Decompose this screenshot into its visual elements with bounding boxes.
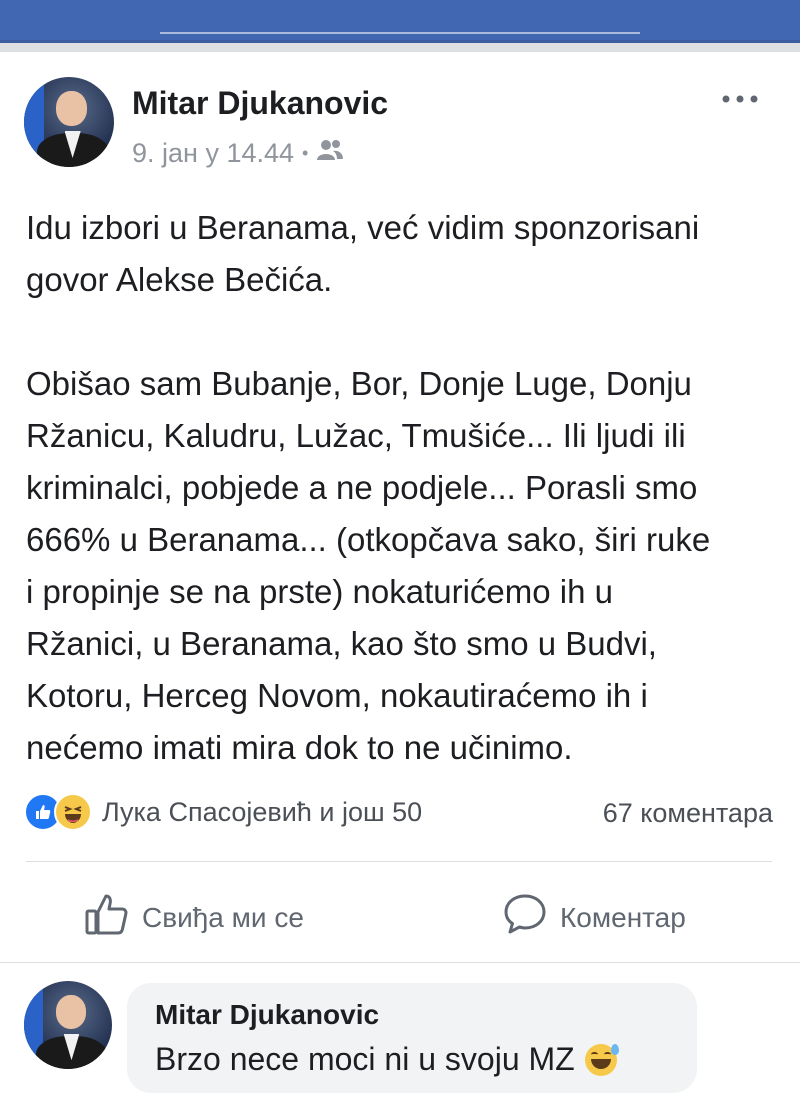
post-text: Idu izbori u Beranama, već vidim sponzor…	[26, 209, 711, 766]
comment-bubble-icon	[502, 891, 560, 944]
comment-bubble: Mitar Djukanovic Brzo nece moci ni u svo…	[127, 983, 697, 1093]
actions-divider	[26, 861, 772, 862]
like-button-label: Свиђа ми се	[142, 901, 304, 933]
reactions-summary[interactable]: Лука Спасојевић и још 50	[24, 793, 422, 831]
post-timestamp[interactable]: 9. јан у 14.44	[132, 138, 294, 169]
header-partial-content	[160, 24, 640, 34]
friends-icon	[316, 138, 344, 169]
post-meta: 9. јан у 14.44 •	[132, 138, 344, 169]
app-header-bar	[0, 0, 800, 43]
commenter-avatar[interactable]	[24, 981, 112, 1069]
comment-text-row: Brzo nece moci ni u svoju MZ	[155, 1041, 619, 1078]
more-dots-icon[interactable]	[720, 86, 760, 106]
comments-divider	[0, 962, 800, 963]
comment-text: Brzo nece moci ni u svoju MZ	[155, 1041, 575, 1077]
haha-reaction-icon	[54, 793, 92, 831]
reactions-label[interactable]: Лука Спасојевић и још 50	[102, 797, 422, 828]
comments-count[interactable]: 67 коментара	[603, 798, 773, 829]
comment-button-label: Коментар	[560, 901, 686, 933]
comment-author-name[interactable]: Mitar Djukanovic	[155, 999, 379, 1031]
grinning-sweat-emoji	[584, 1043, 619, 1076]
meta-dot: •	[302, 143, 309, 163]
comment-button[interactable]: Коментар	[502, 891, 686, 944]
thumbs-up-icon	[84, 891, 142, 944]
author-avatar[interactable]	[24, 77, 114, 167]
feed-separator	[0, 43, 800, 52]
like-button[interactable]: Свиђа ми се	[84, 891, 304, 944]
post-author-name[interactable]: Mitar Djukanovic	[132, 85, 388, 122]
